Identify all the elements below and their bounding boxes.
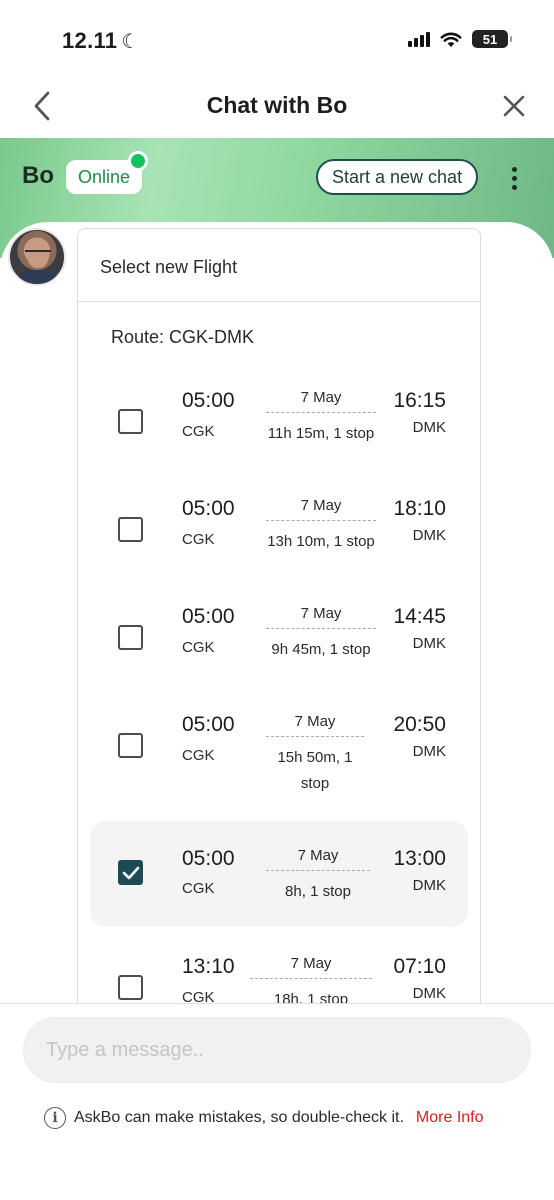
departure-code: CGK bbox=[182, 423, 215, 440]
disclaimer: i AskBo can make mistakes, so double-che… bbox=[44, 1107, 484, 1129]
flight-date: 7 May bbox=[266, 713, 364, 737]
checkbox[interactable] bbox=[118, 409, 143, 434]
battery-level: 51 bbox=[482, 31, 498, 47]
signal-icon bbox=[408, 31, 430, 47]
start-new-chat-button[interactable]: Start a new chat bbox=[316, 159, 479, 195]
more-vertical-icon bbox=[511, 166, 517, 172]
departure-code: CGK bbox=[182, 747, 215, 764]
flight-info: 7 May 13h 10m, 1 stop bbox=[266, 497, 376, 555]
page-title: Chat with Bo bbox=[206, 92, 348, 118]
flight-option-selected[interactable]: 05:00 CGK 7 May 8h, 1 stop 13:00 DMK bbox=[90, 821, 468, 927]
flight-info: 7 May 8h, 1 stop bbox=[266, 847, 370, 905]
departure-time: 05:00 bbox=[182, 605, 235, 628]
flight-option[interactable]: 05:00 CGK 7 May 15h 50m, 1 stop 20:50 DM… bbox=[90, 695, 468, 821]
flight-option[interactable]: 13:10 CGK 7 May 18h, 1 stop 07:10 DMK bbox=[90, 937, 468, 1004]
flight-info: 7 May 15h 50m, 1 stop bbox=[266, 713, 364, 797]
arrival-time: 16:15 bbox=[393, 389, 446, 412]
flight-option[interactable]: 05:00 CGK 7 May 9h 45m, 1 stop 14:45 DMK bbox=[90, 587, 468, 687]
flight-info: 7 May 11h 15m, 1 stop bbox=[266, 389, 376, 447]
composer: i AskBo can make mistakes, so double-che… bbox=[0, 1003, 554, 1200]
arrival-code: DMK bbox=[412, 743, 446, 760]
status-bar: 12.11 ☾ 51 bbox=[0, 0, 554, 78]
arrival-code: DMK bbox=[412, 635, 446, 652]
arrival-code: DMK bbox=[412, 877, 446, 894]
flight-info: 7 May 9h 45m, 1 stop bbox=[266, 605, 376, 663]
status-icons: 51 bbox=[408, 30, 512, 48]
flight-option[interactable]: 05:00 CGK 7 May 13h 10m, 1 stop 18:10 DM… bbox=[90, 479, 468, 579]
departure-time: 05:00 bbox=[182, 713, 235, 736]
close-button[interactable] bbox=[496, 88, 532, 124]
flight-date: 7 May bbox=[266, 389, 376, 413]
arrival-time: 13:00 bbox=[393, 847, 446, 870]
checkbox[interactable] bbox=[118, 733, 143, 758]
online-indicator bbox=[128, 151, 148, 171]
flight-duration: 11h 15m, 1 stop bbox=[267, 425, 375, 442]
departure-code: CGK bbox=[182, 639, 215, 656]
flight-duration: 9h 45m, 1 stop bbox=[271, 641, 371, 658]
moon-icon: ☾ bbox=[121, 30, 140, 53]
arrival-code: DMK bbox=[412, 419, 446, 436]
close-icon bbox=[503, 95, 525, 117]
departure-code: CGK bbox=[182, 989, 215, 1004]
flight-date: 7 May bbox=[250, 955, 372, 979]
departure-time: 05:00 bbox=[182, 847, 235, 870]
flight-duration: 13h 10m, 1 stop bbox=[267, 533, 375, 550]
battery-icon: 51 bbox=[472, 30, 512, 48]
flight-date: 7 May bbox=[266, 847, 370, 871]
check-icon bbox=[122, 866, 140, 880]
arrival-code: DMK bbox=[412, 527, 446, 544]
arrival-time: 14:45 bbox=[393, 605, 446, 628]
flight-date: 7 May bbox=[266, 497, 376, 521]
checkbox[interactable] bbox=[118, 975, 143, 1000]
flight-date: 7 May bbox=[266, 605, 376, 629]
info-icon: i bbox=[44, 1107, 66, 1129]
chat-header: Chat with Bo bbox=[0, 78, 554, 138]
flight-option[interactable]: 05:00 CGK 7 May 11h 15m, 1 stop 16:15 DM… bbox=[90, 371, 468, 471]
flight-info: 7 May 18h, 1 stop bbox=[250, 955, 372, 1004]
disclaimer-text: AskBo can make mistakes, so double-check… bbox=[74, 1109, 404, 1126]
flight-duration: 15h 50m, 1 stop bbox=[277, 749, 353, 792]
more-info-link[interactable]: More Info bbox=[416, 1109, 484, 1127]
wifi-icon bbox=[440, 32, 462, 47]
arrival-time: 20:50 bbox=[393, 713, 446, 736]
avatar bbox=[8, 228, 66, 286]
route-label: Route: CGK-DMK bbox=[111, 327, 255, 347]
chat-area[interactable]: Select new Flight Route: CGK-DMK 05:00 C… bbox=[0, 222, 554, 1004]
status-time: 12.11 ☾ bbox=[62, 28, 140, 54]
checkbox[interactable] bbox=[118, 517, 143, 542]
bot-name: Bo bbox=[22, 162, 54, 189]
departure-time: 05:00 bbox=[182, 497, 235, 520]
more-options-button[interactable] bbox=[502, 162, 526, 194]
departure-code: CGK bbox=[182, 880, 215, 897]
flight-duration: 18h, 1 stop bbox=[273, 991, 349, 1004]
card-title: Select new Flight bbox=[78, 229, 480, 302]
arrival-code: DMK bbox=[412, 985, 446, 1002]
checkbox-checked[interactable] bbox=[118, 860, 143, 885]
status-time-text: 12.11 bbox=[62, 28, 118, 53]
departure-time: 13:10 bbox=[182, 955, 235, 978]
arrival-time: 07:10 bbox=[393, 955, 446, 978]
arrival-time: 18:10 bbox=[393, 497, 446, 520]
departure-code: CGK bbox=[182, 531, 215, 548]
flight-selection-card: Select new Flight Route: CGK-DMK 05:00 C… bbox=[77, 228, 481, 1004]
message-input[interactable] bbox=[23, 1017, 531, 1083]
checkbox[interactable] bbox=[118, 625, 143, 650]
departure-time: 05:00 bbox=[182, 389, 235, 412]
flight-duration: 8h, 1 stop bbox=[285, 883, 351, 900]
